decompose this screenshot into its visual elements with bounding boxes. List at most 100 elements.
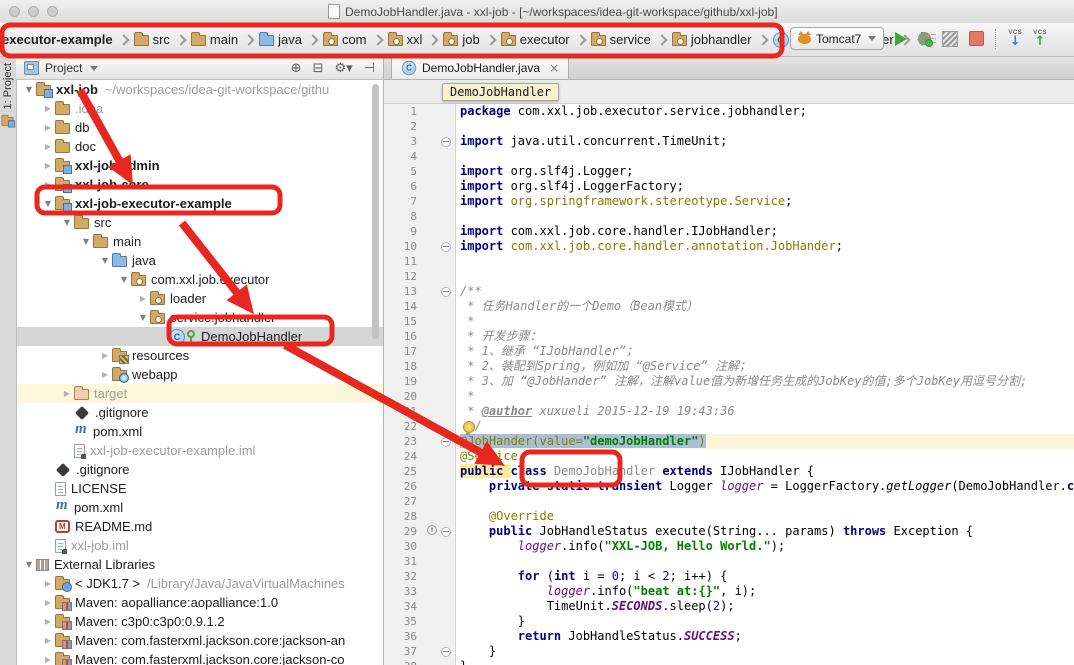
tree-item[interactable]: External Libraries (16, 555, 383, 574)
debug-button[interactable] (918, 32, 931, 45)
tree-item[interactable]: LICENSE (16, 479, 383, 498)
tree-item[interactable]: target (16, 384, 383, 403)
tree-item[interactable]: xxl-job-executor-example (16, 194, 383, 213)
tree-item[interactable]: .idea (16, 99, 383, 118)
run-configuration-select[interactable]: Tomcat7 (790, 27, 884, 50)
expand-closed-icon[interactable] (41, 636, 55, 645)
intention-bulb-icon[interactable] (463, 421, 475, 433)
tree-item[interactable]: pom.xml (16, 422, 383, 441)
code-text: return JobHandleStatus.SUCCESS; (456, 629, 742, 644)
fold-icon[interactable] (441, 437, 451, 447)
expand-closed-icon[interactable] (98, 351, 112, 360)
tree-item[interactable]: < JDK1.7 > /Library/Java/JavaVirtualMach… (16, 574, 383, 593)
window-controls[interactable] (9, 6, 58, 17)
tree-item[interactable]: com.xxl.job.executor (16, 270, 383, 289)
override-method-icon[interactable] (427, 525, 437, 535)
tree-item[interactable]: Maven: com.fasterxml.jackson.core:jackso… (16, 650, 383, 665)
project-panel-title[interactable]: Project (45, 61, 82, 75)
breadcrumb-item[interactable]: job (443, 32, 479, 47)
fold-icon[interactable] (441, 647, 451, 657)
fold-icon[interactable] (441, 242, 451, 252)
expand-closed-icon[interactable] (41, 579, 55, 588)
collapse-all-icon[interactable]: ⊟ (313, 61, 324, 76)
close-tab-icon[interactable]: × (549, 61, 559, 75)
expand-open-icon[interactable] (117, 275, 131, 284)
expand-open-icon[interactable] (136, 313, 150, 322)
expand-open-icon[interactable] (41, 199, 55, 208)
tree-item[interactable]: xxl-job-executor-example.iml (16, 441, 383, 460)
minimize-window-button[interactable] (28, 6, 39, 17)
fold-icon[interactable] (441, 527, 451, 537)
tree-item[interactable]: xxl-job ~/workspaces/idea-git-workspace/… (16, 80, 383, 99)
expand-closed-icon[interactable] (136, 294, 150, 303)
breadcrumb-item[interactable]: java (259, 32, 302, 47)
tree-item[interactable]: DemoJobHandler (16, 327, 383, 346)
tree-item[interactable]: src (16, 213, 383, 232)
stop-button[interactable] (969, 31, 984, 46)
settings-gear-icon[interactable]: ⚙▾ (334, 61, 352, 76)
expand-closed-icon[interactable] (60, 389, 74, 398)
expand-closed-icon[interactable] (41, 617, 55, 626)
tree-item[interactable]: doc (16, 137, 383, 156)
hide-panel-icon[interactable]: ⊣ (364, 61, 375, 76)
run-button[interactable] (895, 32, 907, 46)
breadcrumb-item[interactable]: src (134, 32, 170, 47)
project-tool-window-button[interactable]: 1: Project (0, 57, 16, 132)
tree-item[interactable]: Maven: c3p0:c3p0:0.9.1.2 (16, 612, 383, 631)
class-name-chip[interactable]: DemoJobHandler (442, 83, 559, 101)
tree-item[interactable]: xxl-job-admin (16, 156, 383, 175)
tree-item[interactable]: Maven: aopalliance:aopalliance:1.0 (16, 593, 383, 612)
chevron-down-icon[interactable] (90, 66, 98, 71)
tree-item[interactable]: main (16, 232, 383, 251)
expand-open-icon[interactable] (79, 237, 93, 246)
expand-open-icon[interactable] (98, 256, 112, 265)
tree-item[interactable]: Maven: com.fasterxml.jackson.core:jackso… (16, 631, 383, 650)
code-text: @Service (456, 449, 518, 464)
tree-item[interactable]: .gitignore (16, 460, 383, 479)
code-area[interactable]: 1package com.xxl.job.executor.service.jo… (384, 104, 1074, 665)
tree-item[interactable]: resources (16, 346, 383, 365)
tree-item[interactable]: xxl-job-core (16, 175, 383, 194)
tree-item[interactable]: webapp (16, 365, 383, 384)
expand-open-icon[interactable] (60, 218, 74, 227)
locate-icon[interactable]: ⊕ (291, 61, 302, 76)
expand-closed-icon[interactable] (41, 161, 55, 170)
editor-tab[interactable]: DemoJobHandler.java × (391, 56, 569, 79)
tree-item[interactable]: .gitignore (16, 403, 383, 422)
tree-item[interactable]: db (16, 118, 383, 137)
breadcrumb-item[interactable]: com (323, 32, 367, 47)
vcs-update-button[interactable]: VCS ↓ (1008, 30, 1022, 47)
tree-item[interactable]: service.jobhandler (16, 308, 383, 327)
breadcrumb-item[interactable]: service (591, 32, 651, 47)
tree-item[interactable]: xxl-job.iml (16, 536, 383, 555)
breadcrumb-item[interactable]: main (191, 32, 238, 47)
tree-item[interactable]: java (16, 251, 383, 270)
coverage-button[interactable] (942, 31, 958, 47)
breadcrumb-item[interactable]: executor (501, 32, 570, 47)
breadcrumb-item[interactable]: xxl (388, 32, 423, 47)
zoom-window-button[interactable] (47, 6, 58, 17)
breadcrumb-item[interactable]: jobhandler (672, 32, 752, 47)
tree-scrollbar[interactable] (372, 84, 379, 339)
expand-open-icon[interactable] (22, 85, 36, 94)
expand-closed-icon[interactable] (41, 142, 55, 151)
breadcrumb-item[interactable]: executor-example (2, 32, 113, 47)
tree-item[interactable]: loader (16, 289, 383, 308)
expand-closed-icon[interactable] (41, 123, 55, 132)
project-tree[interactable]: xxl-job ~/workspaces/idea-git-workspace/… (16, 80, 383, 665)
vcs-commit-button[interactable]: VCS ↑ (1033, 30, 1047, 47)
expand-closed-icon[interactable] (41, 598, 55, 607)
expand-closed-icon[interactable] (41, 180, 55, 189)
tree-item[interactable]: pom.xml (16, 498, 383, 517)
fold-icon[interactable] (441, 287, 451, 297)
expand-closed-icon[interactable] (98, 370, 112, 379)
expand-closed-icon[interactable] (41, 655, 55, 664)
fold-icon[interactable] (441, 137, 451, 147)
package-icon (150, 294, 165, 305)
expand-open-icon[interactable] (22, 560, 36, 569)
tree-item[interactable]: README.md (16, 517, 383, 536)
package-icon (591, 35, 606, 46)
close-window-button[interactable] (9, 6, 20, 17)
code-text: import org.slf4j.Logger; (456, 164, 633, 179)
expand-closed-icon[interactable] (41, 104, 55, 113)
